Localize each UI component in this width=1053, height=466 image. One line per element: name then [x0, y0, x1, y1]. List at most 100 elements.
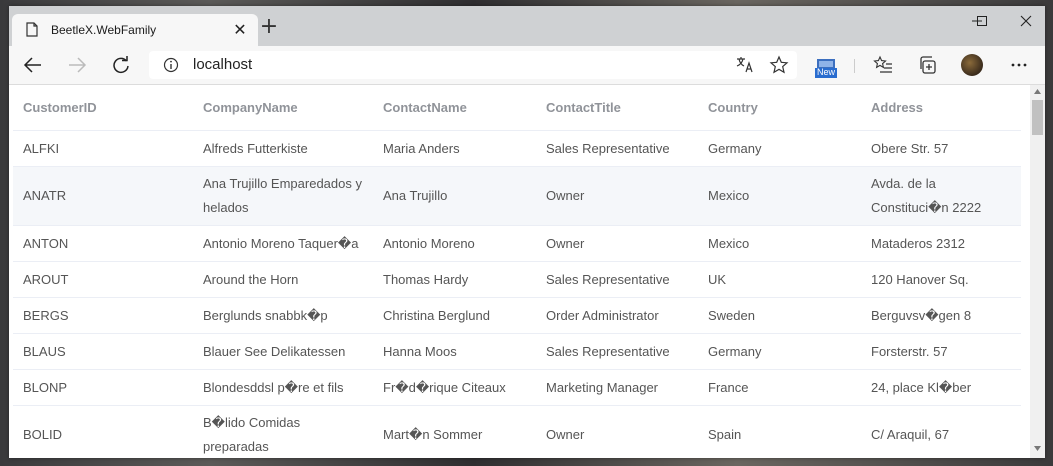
favorite-button[interactable]: [765, 51, 793, 79]
cell-contact-name: Ana Trujillo: [373, 166, 536, 226]
table-row[interactable]: BLONP Blondesddsl p�re et fils Fr�d�riqu…: [13, 369, 1021, 406]
cell-company-name: Blondesddsl p�re et fils: [193, 369, 373, 406]
cell-customer-id: ALFKI: [13, 130, 193, 167]
collections-icon: [920, 56, 936, 74]
column-header[interactable]: CustomerID: [13, 85, 193, 131]
cell-country: Mexico: [698, 225, 861, 262]
cell-address: 24, place Kl�ber: [861, 369, 1021, 406]
cell-customer-id: ANATR: [13, 166, 193, 226]
cell-address: Berguvsv�gen 8: [861, 297, 1021, 334]
table-row[interactable]: BERGS Berglunds snabbk�p Christina Bergl…: [13, 297, 1021, 334]
forward-arrow-icon: [69, 57, 87, 73]
column-header[interactable]: Country: [698, 85, 861, 131]
cell-country: Germany: [698, 130, 861, 167]
browser-window: BeetleX.WebFamily ✕ + localhost New Cust…: [9, 6, 1045, 458]
customers-table: CustomerID CompanyName ContactName Conta…: [13, 85, 1021, 458]
cell-contact-title: Sales Representative: [536, 130, 698, 167]
cell-customer-id: ANTON: [13, 225, 193, 262]
translate-icon: [736, 57, 753, 73]
column-header[interactable]: CompanyName: [193, 85, 373, 131]
cell-company-name: Berglunds snabbk�p: [193, 297, 373, 334]
refresh-icon: [113, 56, 129, 74]
cell-address: C/ Araquil, 67: [861, 405, 1021, 458]
more-menu-button[interactable]: [1005, 51, 1033, 79]
cell-company-name: Ana Trujillo Emparedados y helados: [193, 166, 373, 226]
cell-contact-title: Order Administrator: [536, 297, 698, 334]
cell-company-name: Blauer See Delikatessen: [193, 333, 373, 370]
cell-country: Sweden: [698, 297, 861, 334]
cell-contact-title: Marketing Manager: [536, 369, 698, 406]
cell-address: Avda. de la Constituci�n 2222: [861, 166, 1021, 226]
close-window-button[interactable]: [1003, 6, 1045, 36]
vertical-scrollbar[interactable]: [1030, 85, 1045, 458]
cell-contact-title: Sales Representative: [536, 261, 698, 298]
profile-avatar[interactable]: [961, 54, 983, 76]
cell-company-name: Alfreds Futterkiste: [193, 130, 373, 167]
cell-customer-id: BLAUS: [13, 333, 193, 370]
more-icon: [1011, 63, 1027, 67]
favorites-list-icon: [873, 55, 892, 73]
site-info-icon[interactable]: [163, 57, 179, 73]
cell-country: Spain: [698, 405, 861, 458]
table-row[interactable]: BLAUS Blauer See Delikatessen Hanna Moos…: [13, 333, 1021, 370]
column-header[interactable]: Address: [861, 85, 1021, 131]
extension-button[interactable]: New: [815, 58, 837, 78]
cell-company-name: Antonio Moreno Taquer�a: [193, 225, 373, 262]
page-icon: [26, 22, 38, 37]
scroll-up-arrow-icon[interactable]: [1034, 89, 1041, 94]
forward-button[interactable]: [63, 51, 91, 79]
cell-address: 120 Hanover Sq.: [861, 261, 1021, 298]
new-badge-label: New: [817, 67, 836, 77]
cell-contact-title: Sales Representative: [536, 333, 698, 370]
table-row[interactable]: ALFKI Alfreds Futterkiste Maria Anders S…: [13, 130, 1021, 167]
cell-address: Obere Str. 57: [861, 130, 1021, 167]
page-content: CustomerID CompanyName ContactName Conta…: [9, 85, 1030, 458]
close-tab-icon[interactable]: ✕: [230, 20, 250, 40]
address-bar[interactable]: localhost: [149, 51, 797, 79]
cell-customer-id: BOLID: [13, 405, 193, 458]
new-tab-icon[interactable]: +: [258, 16, 280, 39]
maximize-button[interactable]: [959, 6, 1005, 36]
column-header[interactable]: ContactName: [373, 85, 536, 131]
column-header[interactable]: ContactTitle: [536, 85, 698, 131]
cell-customer-id: AROUT: [13, 261, 193, 298]
back-button[interactable]: [19, 51, 47, 79]
collections-button[interactable]: [914, 51, 942, 79]
browser-tab[interactable]: BeetleX.WebFamily ✕: [12, 14, 258, 46]
table-row[interactable]: ANTON Antonio Moreno Taquer�a Antonio Mo…: [13, 225, 1021, 262]
table-row[interactable]: BOLID B�lido Comidas preparadas Mart�n S…: [13, 405, 1021, 458]
cell-contact-name: Mart�n Sommer: [373, 405, 536, 458]
table-row[interactable]: AROUT Around the Horn Thomas Hardy Sales…: [13, 261, 1021, 298]
cell-address: Forsterstr. 57: [861, 333, 1021, 370]
cell-contact-name: Maria Anders: [373, 130, 536, 167]
scroll-down-arrow-icon[interactable]: [1034, 446, 1041, 451]
cell-company-name: Around the Horn: [193, 261, 373, 298]
cell-contact-name: Hanna Moos: [373, 333, 536, 370]
tab-title: BeetleX.WebFamily: [51, 23, 157, 37]
close-window-icon: [1020, 15, 1032, 27]
cell-country: Mexico: [698, 166, 861, 226]
table-header-row: CustomerID CompanyName ContactName Conta…: [13, 85, 1021, 131]
maximize-icon: [977, 16, 987, 26]
refresh-button[interactable]: [107, 51, 135, 79]
cell-contact-title: Owner: [536, 225, 698, 262]
cell-address: Mataderos 2312: [861, 225, 1021, 262]
cell-contact-name: Antonio Moreno: [373, 225, 536, 262]
cell-contact-name: Thomas Hardy: [373, 261, 536, 298]
scrollbar-thumb[interactable]: [1032, 100, 1043, 135]
cell-country: UK: [698, 261, 861, 298]
cell-customer-id: BLONP: [13, 369, 193, 406]
cell-contact-name: Fr�d�rique Citeaux: [373, 369, 536, 406]
cell-contact-name: Christina Berglund: [373, 297, 536, 334]
cell-company-name: B�lido Comidas preparadas: [193, 405, 373, 458]
favorites-button[interactable]: [869, 51, 897, 79]
url-text[interactable]: localhost: [193, 56, 252, 73]
toolbar-separator: [854, 59, 855, 73]
table-row[interactable]: ANATR Ana Trujillo Emparedados y helados…: [13, 166, 1021, 226]
cell-contact-title: Owner: [536, 405, 698, 458]
cell-customer-id: BERGS: [13, 297, 193, 334]
back-arrow-icon: [23, 57, 41, 73]
cell-contact-title: Owner: [536, 166, 698, 226]
translate-button[interactable]: [731, 51, 759, 79]
browser-toolbar: localhost New: [9, 46, 1045, 85]
